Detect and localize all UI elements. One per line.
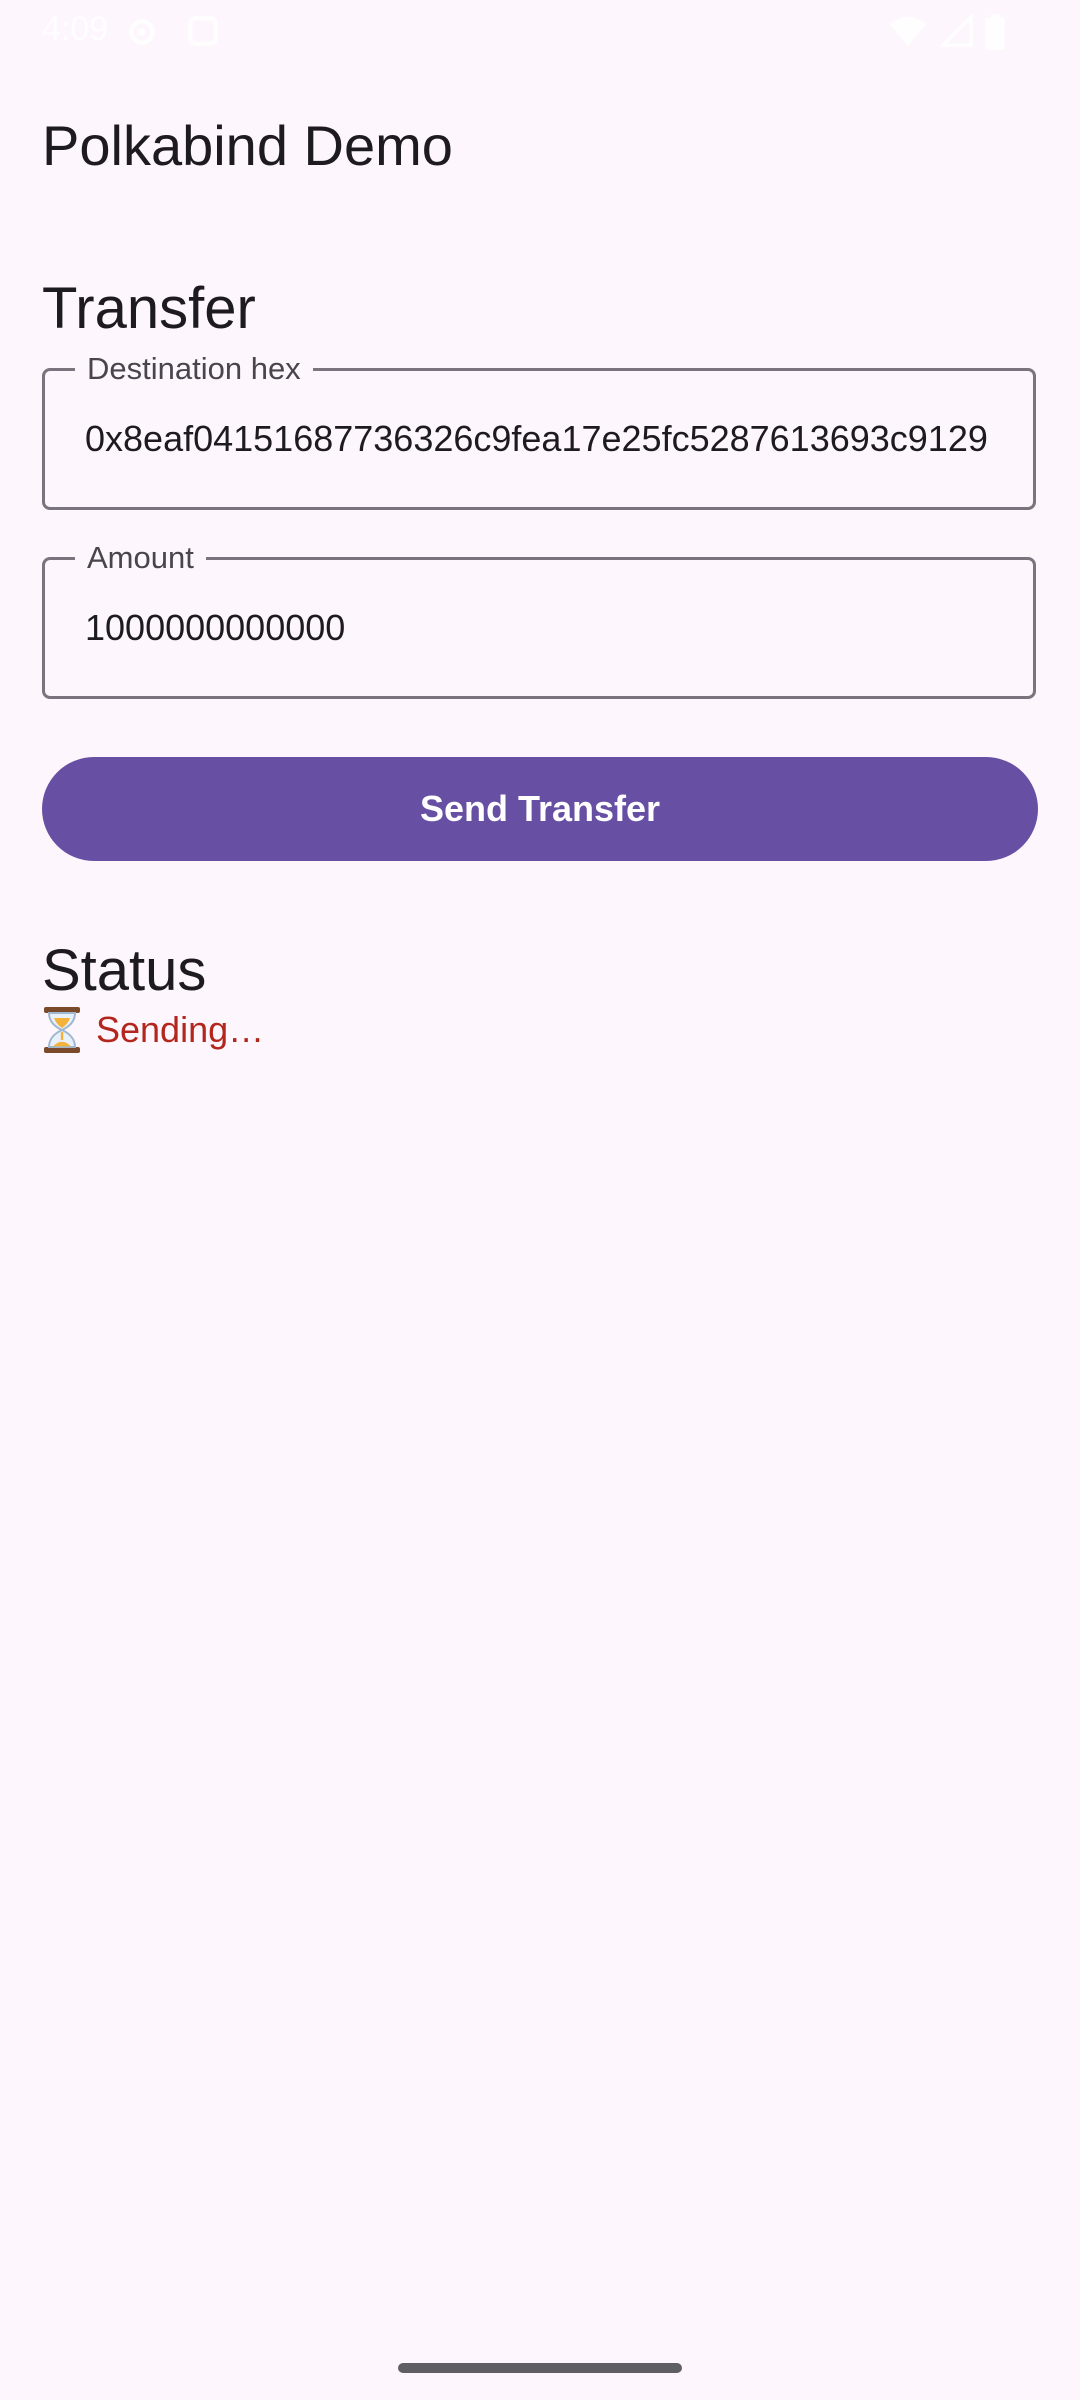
transfer-heading: Transfer xyxy=(42,276,256,341)
notification-icon xyxy=(188,16,218,46)
hourglass-icon xyxy=(44,1007,80,1053)
status-time: 4:09 xyxy=(42,10,109,48)
destination-hex-label: Destination hex xyxy=(75,349,313,389)
app-title: Polkabind Demo xyxy=(42,114,453,177)
status-message-row: Sending… xyxy=(42,1006,264,1054)
amount-label: Amount xyxy=(75,538,206,578)
amount-input[interactable] xyxy=(85,604,1013,652)
status-heading: Status xyxy=(42,938,207,1003)
send-transfer-button[interactable]: Send Transfer xyxy=(42,757,1038,861)
settings-gear-icon xyxy=(129,19,155,45)
destination-hex-input[interactable] xyxy=(85,415,1013,463)
signal-icon xyxy=(940,14,973,47)
battery-icon xyxy=(985,14,1005,50)
home-indicator[interactable] xyxy=(398,2363,682,2373)
status-message: Sending… xyxy=(96,1009,265,1050)
destination-hex-field[interactable]: Destination hex xyxy=(42,349,1036,510)
amount-field[interactable]: Amount xyxy=(42,538,1036,699)
status-bar: 4:09 xyxy=(0,0,1080,64)
wifi-icon xyxy=(889,16,927,46)
